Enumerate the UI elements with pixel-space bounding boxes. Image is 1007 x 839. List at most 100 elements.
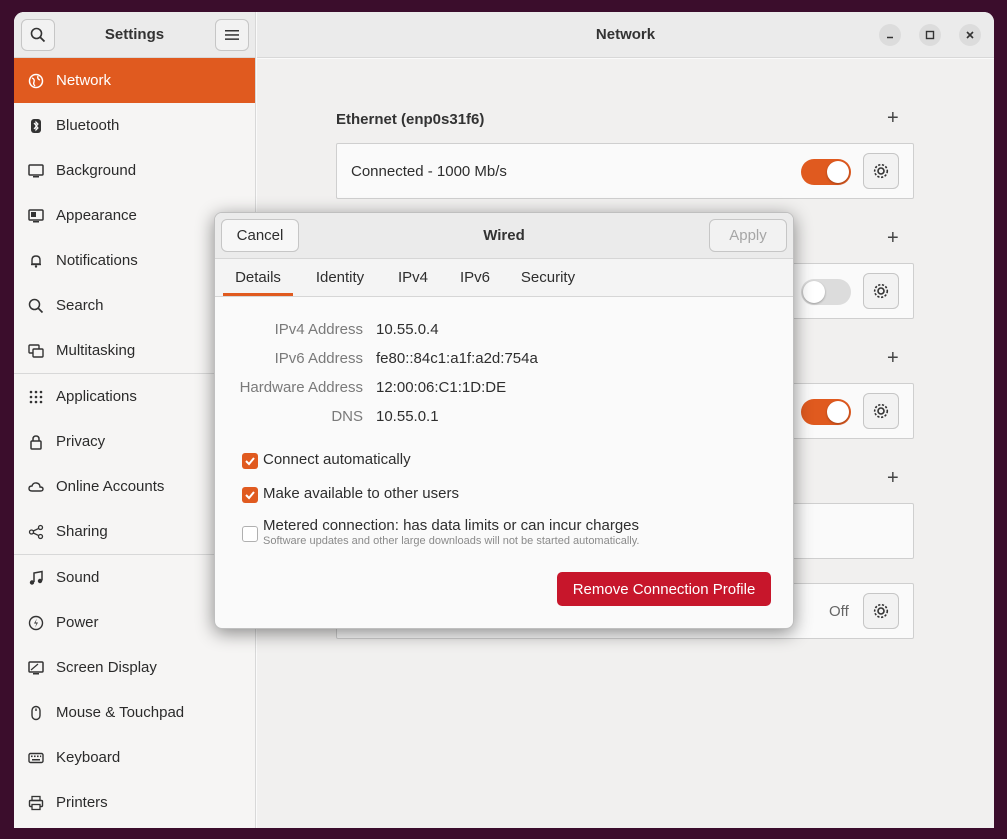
bell-icon — [28, 253, 44, 269]
metered-connection-text: Metered connection: has data limits or c… — [263, 517, 639, 547]
minimize-button[interactable] — [879, 24, 901, 46]
add-ethernet-button[interactable]: + — [887, 107, 899, 130]
tab-identity[interactable]: Identity — [305, 259, 375, 296]
remove-connection-profile-button[interactable]: Remove Connection Profile — [557, 572, 771, 606]
sidebar-item-label: Mouse & Touchpad — [56, 704, 185, 721]
connect-automatically-checkbox[interactable] — [242, 453, 258, 469]
hardware-address-value: 12:00:06:C1:1D:DE — [376, 379, 507, 396]
check-icon — [245, 491, 255, 500]
gear-icon — [873, 603, 889, 619]
connection-toggle[interactable] — [801, 399, 851, 425]
sidebar-item-label: Network — [56, 72, 112, 89]
connection-settings-button[interactable] — [863, 393, 899, 429]
gear-icon — [873, 283, 889, 299]
sidebar-item-network[interactable]: Network — [14, 58, 255, 103]
apply-button[interactable]: Apply — [709, 219, 787, 252]
main-header: Network — [257, 12, 994, 58]
toggle-knob — [803, 281, 825, 303]
maximize-button[interactable] — [919, 24, 941, 46]
keyboard-icon — [28, 750, 44, 766]
share-icon — [28, 524, 44, 540]
check-icon — [245, 457, 255, 466]
dialog-tabs: Details Identity IPv4 IPv6 Security — [215, 259, 793, 297]
ethernet-toggle[interactable] — [801, 159, 851, 185]
dialog-title: Wired — [483, 227, 525, 244]
add-connection-button[interactable]: + — [887, 467, 899, 490]
sidebar-item-label: Search — [56, 297, 104, 314]
add-vpn-button[interactable]: + — [887, 227, 899, 250]
plus-icon: + — [887, 107, 899, 129]
menu-button[interactable] — [215, 19, 249, 51]
connect-automatically-label: Connect automatically — [263, 451, 411, 468]
minimize-icon — [887, 36, 893, 39]
bluetooth-icon — [28, 118, 44, 134]
available-users-checkbox[interactable] — [242, 487, 258, 503]
metered-connection-checkbox[interactable] — [242, 526, 258, 542]
lock-icon — [28, 434, 44, 450]
sidebar-item-label: Background — [56, 162, 137, 179]
connection-settings-button[interactable] — [863, 273, 899, 309]
sidebar-item-label: Multitasking — [56, 342, 136, 359]
metered-connection-row[interactable]: Metered connection: has data limits or c… — [242, 517, 639, 547]
plus-icon: + — [887, 227, 899, 249]
dns-label: DNS — [331, 408, 363, 425]
tab-security[interactable]: Security — [513, 259, 583, 296]
tab-ipv6[interactable]: IPv6 — [449, 259, 501, 296]
sidebar-item-mouse-touchpad[interactable]: Mouse & Touchpad — [14, 690, 255, 735]
available-users-label: Make available to other users — [263, 485, 459, 502]
ipv6-label: IPv6 Address — [274, 350, 363, 367]
connection-toggle[interactable] — [801, 279, 851, 305]
plus-icon: + — [887, 467, 899, 489]
sidebar-item-label: Screen Display — [56, 659, 157, 676]
appearance-icon — [28, 208, 44, 224]
sidebar-item-label: Sharing — [56, 523, 108, 540]
ethernet-section-title: Ethernet (enp0s31f6) — [336, 111, 485, 128]
proxy-settings-button[interactable] — [863, 593, 899, 629]
plus-icon: + — [887, 347, 899, 369]
toggle-knob — [827, 161, 849, 183]
maximize-icon — [925, 30, 935, 40]
metered-connection-label: Metered connection: has data limits or c… — [263, 517, 640, 534]
ethernet-settings-button[interactable] — [863, 153, 899, 189]
close-icon — [966, 31, 974, 39]
gear-icon — [873, 403, 889, 419]
hardware-address-label: Hardware Address — [239, 379, 363, 396]
sidebar-item-keyboard[interactable]: Keyboard — [14, 735, 255, 780]
wired-dialog: Cancel Wired Apply Details Identity IPv4… — [214, 212, 794, 629]
sidebar-item-screen-display[interactable]: Screen Display — [14, 645, 255, 690]
sidebar-header: Settings — [14, 12, 255, 58]
dialog-header: Cancel Wired Apply — [215, 213, 793, 259]
connect-automatically-row[interactable]: Connect automatically — [242, 451, 411, 469]
grid-icon — [28, 389, 44, 405]
sidebar-item-label: Applications — [56, 388, 137, 405]
search-icon — [28, 298, 44, 314]
sidebar-item-label: Sound — [56, 569, 100, 586]
sidebar-item-bluetooth[interactable]: Bluetooth — [14, 103, 255, 148]
sidebar-item-background[interactable]: Background — [14, 148, 255, 193]
music-icon — [28, 570, 44, 586]
sidebar-item-label: Privacy — [56, 433, 106, 450]
sidebar-item-label: Power — [56, 614, 99, 631]
sidebar-item-label: Online Accounts — [56, 478, 165, 495]
ipv4-label: IPv4 Address — [274, 321, 363, 338]
gear-icon — [873, 163, 889, 179]
multitasking-icon — [28, 343, 44, 359]
available-users-row[interactable]: Make available to other users — [242, 485, 459, 503]
cloud-icon — [28, 479, 44, 495]
add-connection-button[interactable]: + — [887, 347, 899, 370]
sidebar-item-printers[interactable]: Printers — [14, 780, 255, 825]
sidebar-item-label: Notifications — [56, 252, 138, 269]
hamburger-icon — [225, 30, 239, 40]
sidebar-item-label: Appearance — [56, 207, 137, 224]
monitor-icon — [28, 163, 44, 179]
printer-icon — [28, 795, 44, 811]
ethernet-status: Connected - 1000 Mb/s — [351, 163, 507, 180]
toggle-knob — [827, 401, 849, 423]
globe-icon — [28, 73, 44, 89]
close-button[interactable] — [959, 24, 981, 46]
mouse-icon — [28, 705, 44, 721]
display-icon — [28, 660, 44, 676]
tab-ipv4[interactable]: IPv4 — [387, 259, 439, 296]
tab-details[interactable]: Details — [223, 259, 293, 296]
sidebar-item-label: Keyboard — [56, 749, 121, 766]
